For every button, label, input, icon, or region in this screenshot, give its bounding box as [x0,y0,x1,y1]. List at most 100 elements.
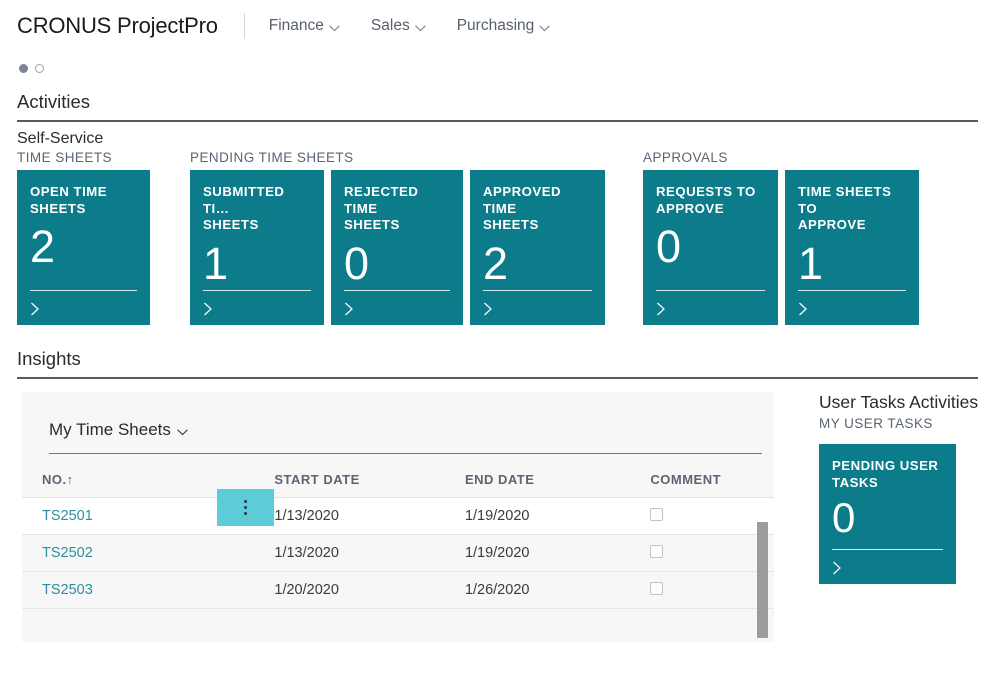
chevron-right-icon[interactable] [656,302,666,316]
chevron-right-icon[interactable] [30,302,40,316]
topbar-divider [244,13,245,39]
comment-checkbox[interactable] [650,508,663,521]
cell-comment [650,572,774,609]
time-sheets-list-card: My Time Sheets NO.↑ START DATE END DATE [22,392,774,642]
tile-divider [483,290,592,291]
tile-value: 1 [798,236,906,292]
activities-section: Activities Self-Service TIME SHEETS PEND… [0,73,986,330]
time-sheets-table: NO.↑ START DATE END DATE COMMENT TS2501 [22,468,774,609]
tile-label: OPEN TIME SHEETS [30,184,137,217]
group-subtitle: TIME SHEETS [17,150,112,165]
tile-value: 2 [30,219,137,275]
nav-item-label: Purchasing [457,17,535,35]
nav-item-finance[interactable]: Finance [269,17,340,35]
page-dot-1[interactable] [19,64,28,73]
cell-comment [650,498,774,535]
nav-item-label: Finance [269,17,324,35]
activities-heading: Activities [17,73,978,120]
user-tasks-heading: User Tasks Activities [819,392,986,413]
kebab-menu-icon[interactable] [217,489,274,526]
chevron-right-icon[interactable] [832,561,842,575]
group-label-approvals: APPROVALS [643,150,728,165]
column-header-label: NO. [42,472,67,487]
table-row[interactable]: TS2502 1/13/2020 1/19/2020 [22,535,774,572]
comment-checkbox[interactable] [650,545,663,558]
cell-no: TS2503 [22,572,274,609]
tile-label: APPROVED TIME SHEETS [483,184,592,234]
cell-end-date: 1/19/2020 [465,498,650,535]
chevron-down-icon [329,25,340,32]
tile-value: 0 [656,219,765,275]
chevron-right-icon[interactable] [798,302,808,316]
cell-end-date: 1/26/2020 [465,572,650,609]
cell-start-date: 1/20/2020 [274,572,465,609]
group-label-pending-time-sheets: PENDING TIME SHEETS [190,150,354,165]
cell-start-date: 1/13/2020 [274,498,465,535]
chevron-right-icon[interactable] [344,302,354,316]
tile-open-time-sheets[interactable]: OPEN TIME SHEETS 2 [17,170,150,325]
tile-rejected-time-sheets[interactable]: REJECTED TIME SHEETS 0 [331,170,463,325]
cell-no: TS2502 [22,535,274,572]
time-sheet-link[interactable]: TS2501 [42,508,93,524]
tile-value: 2 [483,236,592,292]
nav-menu: Finance Sales Purchasing [269,17,550,35]
insights-heading: Insights [17,330,978,377]
view-selector-label: My Time Sheets [49,420,171,440]
tile-submitted-time-sheets[interactable]: SUBMITTED TI… SHEETS 1 [190,170,324,325]
table-row[interactable]: TS2503 1/20/2020 1/26/2020 [22,572,774,609]
table-header-row: NO.↑ START DATE END DATE COMMENT [22,468,774,498]
company-title: CRONUS ProjectPro [17,13,218,39]
cell-end-date: 1/19/2020 [465,535,650,572]
cell-start-date: 1/13/2020 [274,535,465,572]
page-dot-2[interactable] [35,64,44,73]
sort-ascending-icon: ↑ [67,472,74,487]
chevron-down-icon [415,25,426,32]
time-sheet-link[interactable]: TS2502 [42,545,93,561]
activities-group-labels: Self-Service TIME SHEETS PENDING TIME SH… [17,122,978,170]
nav-item-sales[interactable]: Sales [371,17,426,35]
tile-time-sheets-to-approve[interactable]: TIME SHEETS TO APPROVE 1 [785,170,919,325]
group-subtitle: PENDING TIME SHEETS [190,150,354,165]
tile-label: TIME SHEETS TO APPROVE [798,184,906,234]
user-tasks-panel: User Tasks Activities MY USER TASKS PEND… [819,392,986,584]
top-navigation-bar: CRONUS ProjectPro Finance Sales Purchasi… [0,0,986,52]
view-selector-my-time-sheets[interactable]: My Time Sheets [49,420,188,440]
tile-value: 0 [344,236,450,292]
tile-divider [344,290,450,291]
filter-divider [49,453,762,454]
tile-value: 0 [832,493,943,543]
group-label-time-sheets: Self-Service TIME SHEETS [17,130,112,165]
tile-divider [798,290,906,291]
column-header-start-date[interactable]: START DATE [274,468,465,498]
tile-requests-to-approve[interactable]: REQUESTS TO APPROVE 0 [643,170,778,325]
chevron-down-icon [539,25,550,32]
tile-approved-time-sheets[interactable]: APPROVED TIME SHEETS 2 [470,170,605,325]
chevron-right-icon[interactable] [483,302,493,316]
comment-checkbox[interactable] [650,582,663,595]
chevron-right-icon[interactable] [203,302,213,316]
table-row[interactable]: TS2501 1/13/2020 1/19/2020 [22,498,774,535]
tile-value: 1 [203,236,311,292]
tile-divider [656,290,765,291]
time-sheet-link[interactable]: TS2503 [42,582,93,598]
insights-divider [17,377,978,379]
tile-label: PENDING USER TASKS [832,458,943,491]
tile-divider [30,290,137,291]
group-caption: Self-Service [17,130,112,148]
tile-divider [203,290,311,291]
tile-divider [832,549,943,550]
cell-no: TS2501 [22,498,274,535]
tile-label: REQUESTS TO APPROVE [656,184,765,217]
table-scrollbar-thumb[interactable] [757,522,768,638]
chevron-down-icon [177,429,188,436]
activity-tiles: OPEN TIME SHEETS 2 SUBMITTED TI… SHEETS … [17,170,978,330]
cell-comment [650,535,774,572]
nav-item-purchasing[interactable]: Purchasing [457,17,551,35]
column-header-comment[interactable]: COMMENT [650,468,774,498]
column-header-end-date[interactable]: END DATE [465,468,650,498]
list-filter-row: My Time Sheets [22,392,774,440]
tile-pending-user-tasks[interactable]: PENDING USER TASKS 0 [819,444,956,584]
page-indicator-dots [0,52,986,73]
user-tasks-subtitle: MY USER TASKS [819,416,986,431]
nav-item-label: Sales [371,17,410,35]
